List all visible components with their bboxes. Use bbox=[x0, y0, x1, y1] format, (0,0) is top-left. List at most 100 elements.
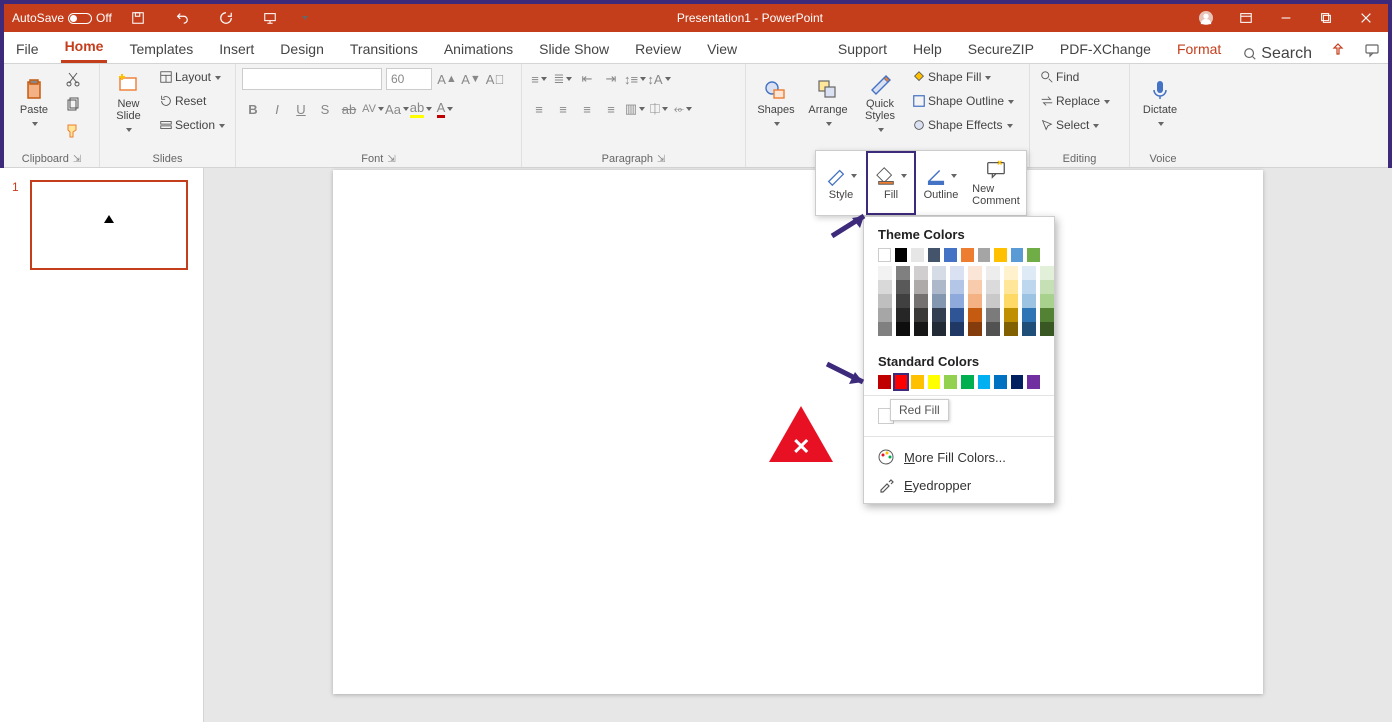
theme-shade-swatch[interactable] bbox=[986, 266, 1000, 280]
numbering-button[interactable]: ≣ bbox=[552, 68, 574, 90]
theme-shade-swatch[interactable] bbox=[1022, 280, 1036, 294]
theme-shade-swatch[interactable] bbox=[968, 280, 982, 294]
font-family-input[interactable] bbox=[242, 68, 382, 90]
theme-shade-swatch[interactable] bbox=[878, 280, 892, 294]
theme-shade-swatch[interactable] bbox=[968, 294, 982, 308]
decrease-font-icon[interactable]: A▼ bbox=[460, 68, 482, 90]
share-icon[interactable] bbox=[1330, 42, 1346, 63]
standard-color-swatch[interactable] bbox=[928, 375, 941, 389]
slide[interactable]: ✕ bbox=[333, 170, 1263, 694]
mini-style-button[interactable]: Style bbox=[816, 151, 866, 215]
theme-shade-swatch[interactable] bbox=[968, 322, 982, 336]
theme-shade-swatch[interactable] bbox=[896, 322, 910, 336]
theme-shade-swatch[interactable] bbox=[878, 308, 892, 322]
autosave-toggle[interactable]: AutoSave Off bbox=[12, 11, 112, 25]
theme-shade-swatch[interactable] bbox=[1004, 294, 1018, 308]
more-fill-colors-item[interactable]: MMore Fill Colors...ore Fill Colors... bbox=[864, 443, 1054, 471]
theme-shade-swatch[interactable] bbox=[1022, 294, 1036, 308]
tab-pdfxchange[interactable]: PDF-XChange bbox=[1056, 35, 1155, 63]
theme-shade-swatch[interactable] bbox=[986, 308, 1000, 322]
theme-shade-swatch[interactable] bbox=[914, 280, 928, 294]
align-right-icon[interactable]: ≡ bbox=[576, 98, 598, 120]
theme-shade-swatch[interactable] bbox=[950, 294, 964, 308]
warning-triangle-shape[interactable]: ✕ bbox=[769, 406, 833, 462]
tab-help[interactable]: Help bbox=[909, 35, 946, 63]
theme-shade-swatch[interactable] bbox=[1022, 322, 1036, 336]
mini-fill-button[interactable]: Fill bbox=[866, 151, 916, 215]
account-icon[interactable] bbox=[1188, 4, 1224, 32]
bold-button[interactable]: B bbox=[242, 98, 264, 120]
tab-format[interactable]: Format bbox=[1173, 35, 1225, 63]
tab-securezip[interactable]: SecureZIP bbox=[964, 35, 1038, 63]
theme-shade-swatch[interactable] bbox=[932, 266, 946, 280]
theme-shade-swatch[interactable] bbox=[896, 266, 910, 280]
standard-color-swatch[interactable] bbox=[961, 375, 974, 389]
theme-shade-swatch[interactable] bbox=[950, 322, 964, 336]
theme-shade-swatch[interactable] bbox=[950, 280, 964, 294]
theme-color-swatch[interactable] bbox=[895, 248, 908, 262]
theme-shade-swatch[interactable] bbox=[1004, 322, 1018, 336]
tab-transitions[interactable]: Transitions bbox=[346, 35, 422, 63]
theme-shade-swatch[interactable] bbox=[1022, 308, 1036, 322]
cut-icon[interactable] bbox=[62, 68, 84, 90]
minimize-icon[interactable] bbox=[1268, 4, 1304, 32]
mini-outline-button[interactable]: Outline bbox=[916, 151, 966, 215]
align-left-icon[interactable]: ≡ bbox=[528, 98, 550, 120]
tab-animations[interactable]: Animations bbox=[440, 35, 517, 63]
theme-shade-swatch[interactable] bbox=[986, 280, 1000, 294]
standard-color-swatch[interactable] bbox=[911, 375, 924, 389]
theme-shade-swatch[interactable] bbox=[1040, 280, 1054, 294]
theme-shade-swatch[interactable] bbox=[932, 294, 946, 308]
theme-shade-swatch[interactable] bbox=[914, 308, 928, 322]
theme-shade-swatch[interactable] bbox=[1004, 280, 1018, 294]
theme-shade-swatch[interactable] bbox=[914, 322, 928, 336]
tab-home[interactable]: Home bbox=[61, 32, 108, 63]
standard-color-swatch[interactable] bbox=[1011, 375, 1024, 389]
change-case-button[interactable]: Aa bbox=[386, 98, 408, 120]
dictate-button[interactable]: Dictate bbox=[1136, 68, 1184, 140]
tab-design[interactable]: Design bbox=[276, 35, 328, 63]
justify-icon[interactable]: ≡ bbox=[600, 98, 622, 120]
theme-color-swatch[interactable] bbox=[928, 248, 941, 262]
standard-color-swatch[interactable] bbox=[994, 375, 1007, 389]
present-icon[interactable] bbox=[252, 4, 288, 32]
paragraph-launcher-icon[interactable]: ⇲ bbox=[657, 154, 665, 165]
char-spacing-button[interactable]: AV bbox=[362, 98, 384, 120]
theme-shade-swatch[interactable] bbox=[1040, 266, 1054, 280]
bullets-button[interactable]: ≡ bbox=[528, 68, 550, 90]
theme-shade-swatch[interactable] bbox=[1040, 308, 1054, 322]
theme-shade-swatch[interactable] bbox=[914, 294, 928, 308]
clear-format-icon[interactable]: A⃠ bbox=[484, 68, 506, 90]
theme-shade-swatch[interactable] bbox=[1022, 266, 1036, 280]
save-icon[interactable] bbox=[120, 4, 156, 32]
reset-button[interactable]: Reset bbox=[155, 92, 229, 110]
decrease-indent-icon[interactable]: ⇤ bbox=[576, 68, 598, 90]
theme-shade-swatch[interactable] bbox=[878, 294, 892, 308]
underline-button[interactable]: U bbox=[290, 98, 312, 120]
theme-color-swatch[interactable] bbox=[994, 248, 1007, 262]
standard-color-swatch[interactable] bbox=[978, 375, 991, 389]
slide-thumbnail[interactable] bbox=[30, 180, 188, 270]
shape-effects-button[interactable]: Shape Effects bbox=[908, 116, 1018, 134]
clipboard-launcher-icon[interactable]: ⇲ bbox=[73, 154, 81, 165]
ribbon-display-icon[interactable] bbox=[1228, 4, 1264, 32]
theme-color-swatch[interactable] bbox=[978, 248, 991, 262]
find-button[interactable]: Find bbox=[1036, 68, 1114, 86]
theme-shade-swatch[interactable] bbox=[986, 294, 1000, 308]
paste-button[interactable]: Paste bbox=[10, 68, 58, 140]
layout-button[interactable]: Layout bbox=[155, 68, 229, 86]
shape-fill-button[interactable]: Shape Fill bbox=[908, 68, 1018, 86]
theme-shade-swatch[interactable] bbox=[896, 308, 910, 322]
maximize-icon[interactable] bbox=[1308, 4, 1344, 32]
thumbnail-pane[interactable]: 1 bbox=[0, 168, 204, 722]
shadow-button[interactable]: S bbox=[314, 98, 336, 120]
font-size-input[interactable]: 60 bbox=[386, 68, 432, 90]
tab-support[interactable]: Support bbox=[834, 35, 891, 63]
theme-shade-swatch[interactable] bbox=[878, 322, 892, 336]
theme-shade-swatch[interactable] bbox=[968, 266, 982, 280]
tab-templates[interactable]: Templates bbox=[125, 35, 197, 63]
eyedropper-item[interactable]: Eyedropper bbox=[864, 471, 1054, 499]
replace-button[interactable]: Replace bbox=[1036, 92, 1114, 110]
theme-shade-swatch[interactable] bbox=[950, 266, 964, 280]
comments-icon[interactable] bbox=[1364, 42, 1380, 63]
